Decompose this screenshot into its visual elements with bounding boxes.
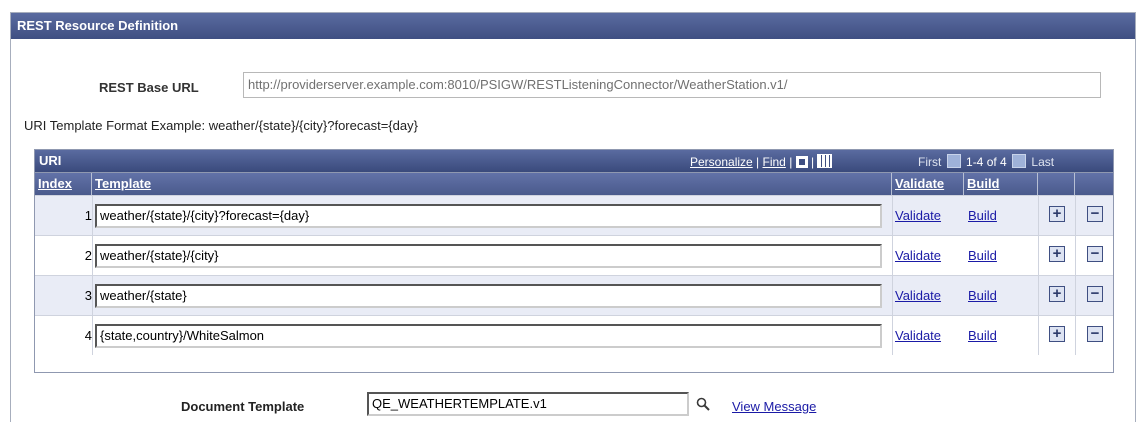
grid-body: 1 weather/{state}/{city}?forecast={day} … (35, 195, 1113, 355)
view-message-link[interactable]: View Message (732, 399, 816, 414)
last-label: Last (1031, 155, 1055, 169)
validate-link[interactable]: Validate (895, 328, 941, 343)
grid-column-headers: Index Template Validate Build (35, 172, 1113, 195)
row-index: 2 (84, 248, 92, 263)
document-template-input[interactable]: QE_WEATHERTEMPLATE.v1 (367, 392, 689, 416)
col-header-template[interactable]: Template (92, 173, 892, 195)
find-link[interactable]: Find (763, 155, 786, 169)
column-divider (1038, 195, 1039, 355)
col-header-validate[interactable]: Validate (892, 173, 964, 195)
grid-toolbar: Personalize | Find | | (690, 154, 833, 169)
grid-title-bar: URI Personalize | Find | | First 1-4 of … (35, 150, 1113, 172)
table-row: 1 weather/{state}/{city}?forecast={day} … (35, 195, 1113, 235)
zoom-grid-icon[interactable] (795, 156, 808, 168)
uri-example-text: URI Template Format Example: weather/{st… (24, 118, 418, 133)
row-range: 1-4 of 4 (966, 155, 1007, 169)
remove-row-button[interactable]: − (1087, 326, 1103, 342)
validate-link[interactable]: Validate (895, 208, 941, 223)
build-link[interactable]: Build (968, 248, 997, 263)
table-row: 3 weather/{state} Validate Build + − (35, 275, 1113, 315)
row-index: 1 (84, 208, 92, 223)
build-link[interactable]: Build (968, 288, 997, 303)
grid-title: URI (39, 153, 62, 168)
column-divider (92, 195, 93, 355)
uri-grid: URI Personalize | Find | | First 1-4 of … (34, 149, 1114, 373)
panel-title: REST Resource Definition (11, 13, 1135, 39)
validate-link[interactable]: Validate (895, 248, 941, 263)
template-input[interactable]: weather/{state}/{city} (95, 244, 882, 268)
remove-row-button[interactable]: − (1087, 246, 1103, 262)
add-row-button[interactable]: + (1049, 206, 1065, 222)
col-header-index[interactable]: Index (35, 173, 92, 195)
search-icon[interactable] (696, 397, 710, 411)
template-input[interactable]: weather/{state} (95, 284, 882, 308)
toolbar-separator: | (756, 155, 760, 169)
first-label: First (918, 155, 942, 169)
col-header-add (1038, 173, 1075, 195)
row-index: 4 (84, 328, 92, 343)
col-header-remove (1075, 173, 1113, 195)
toolbar-separator: | (789, 155, 793, 169)
personalize-link[interactable]: Personalize (690, 155, 753, 169)
build-link[interactable]: Build (968, 328, 997, 343)
add-row-button[interactable]: + (1049, 326, 1065, 342)
col-header-build[interactable]: Build (964, 173, 1038, 195)
column-divider (1075, 195, 1076, 355)
remove-row-button[interactable]: − (1087, 206, 1103, 222)
add-row-button[interactable]: + (1049, 286, 1065, 302)
row-index: 3 (84, 288, 92, 303)
validate-link[interactable]: Validate (895, 288, 941, 303)
base-url-label: REST Base URL (99, 80, 199, 95)
template-input[interactable]: weather/{state}/{city}?forecast={day} (95, 204, 882, 228)
add-row-button[interactable]: + (1049, 246, 1065, 262)
next-arrow-icon[interactable] (1012, 154, 1027, 168)
table-row: 2 weather/{state}/{city} Validate Build … (35, 235, 1113, 275)
document-template-label: Document Template (181, 399, 305, 414)
download-grid-icon[interactable] (817, 154, 833, 168)
remove-row-button[interactable]: − (1087, 286, 1103, 302)
toolbar-separator: | (811, 155, 815, 169)
table-row: 4 {state,country}/WhiteSalmon Validate B… (35, 315, 1113, 355)
build-link[interactable]: Build (968, 208, 997, 223)
template-input[interactable]: {state,country}/WhiteSalmon (95, 324, 882, 348)
base-url-field[interactable]: http://providerserver.example.com:8010/P… (243, 72, 1101, 98)
previous-arrow-icon[interactable] (946, 154, 961, 168)
column-divider (892, 195, 893, 355)
grid-pager: First 1-4 of 4 Last (918, 154, 1054, 169)
